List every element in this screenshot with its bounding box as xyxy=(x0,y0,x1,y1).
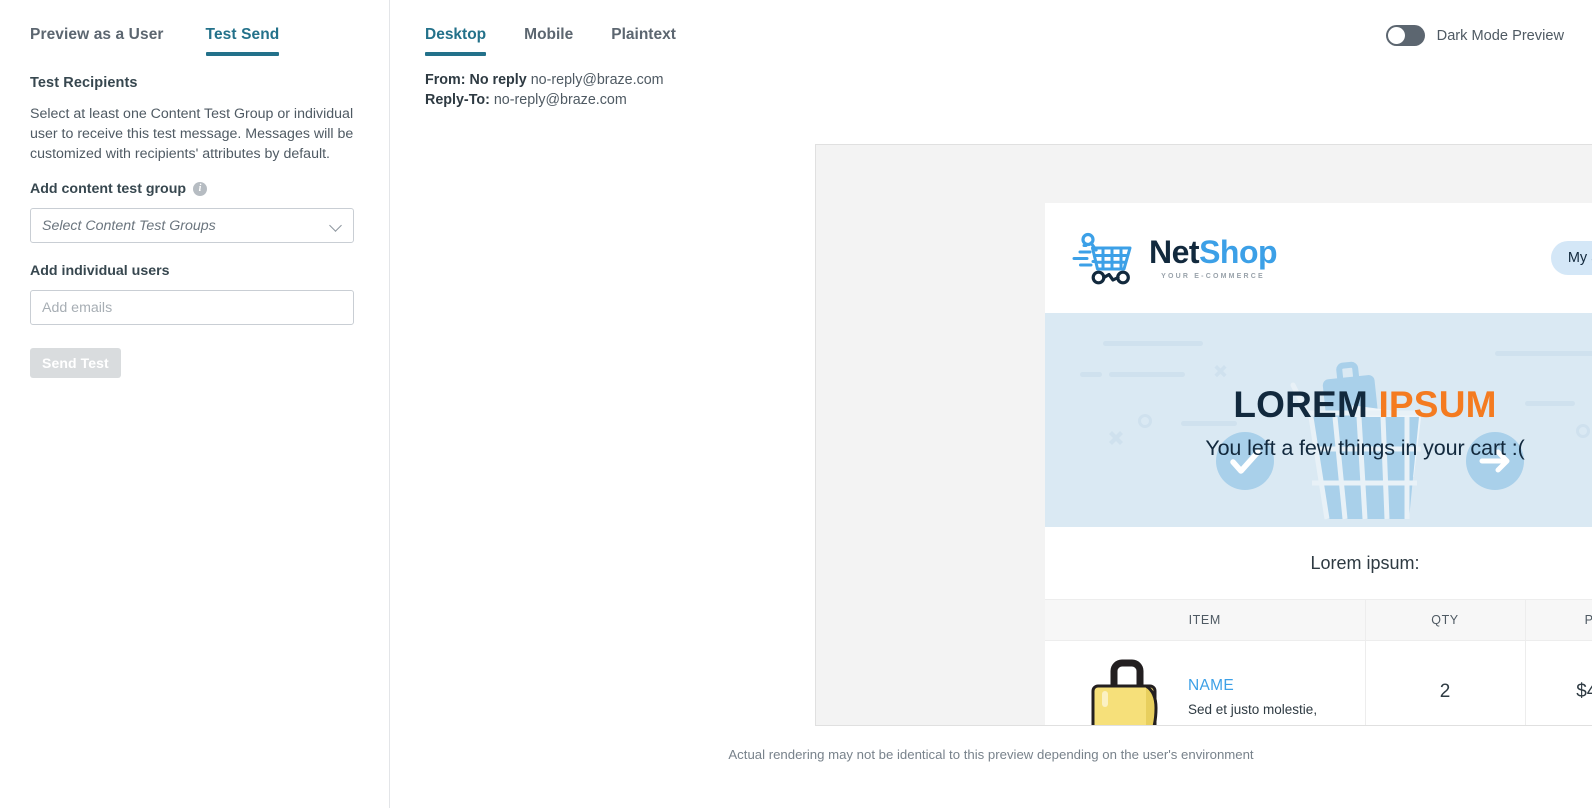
tab-plaintext[interactable]: Plaintext xyxy=(611,26,676,56)
cart-items-table: ITEM QTY PRICE xyxy=(1045,599,1592,725)
sidebar-tabs: Preview as a User Test Send xyxy=(0,0,389,56)
logo-name-part1: Net xyxy=(1149,234,1200,270)
from-label: From: xyxy=(425,72,466,88)
email-hero-banner: LOREM IPSUM You left a few things in you… xyxy=(1045,313,1592,527)
email-header: NetShop YOUR E-COMMERCE My account xyxy=(1045,203,1592,313)
item-name[interactable]: NAME xyxy=(1188,677,1317,695)
item-description: Sed et justo molestie, xyxy=(1188,702,1318,717)
table-header-row: ITEM QTY PRICE xyxy=(1045,599,1592,641)
test-recipients-description: Select at least one Content Test Group o… xyxy=(30,106,354,162)
sidebar: Preview as a User Test Send Test Recipie… xyxy=(0,0,390,808)
dark-mode-toggle[interactable] xyxy=(1385,25,1425,46)
from-line: From: No reply no-reply@braze.com xyxy=(425,70,1592,90)
cell-qty: 2 xyxy=(1364,640,1525,725)
test-recipients-panel: Test Recipients Select at least one Cont… xyxy=(0,56,389,379)
content-test-group-label-row: Add content test group i xyxy=(30,181,359,197)
from-email: no-reply@braze.com xyxy=(530,72,664,88)
from-name: No reply xyxy=(469,72,527,88)
yellow-bag-image xyxy=(1091,659,1158,725)
email-subheading: Lorem ipsum: xyxy=(1045,527,1592,599)
logo-tagline: YOUR E-COMMERCE xyxy=(1161,273,1265,280)
column-header-item: ITEM xyxy=(1045,599,1365,641)
add-emails-input[interactable] xyxy=(30,290,354,326)
individual-users-label: Add individual users xyxy=(30,263,170,280)
tab-desktop[interactable]: Desktop xyxy=(425,26,487,56)
shopping-cart-icon xyxy=(1072,232,1132,285)
table-row: NAME Sed et justo molestie, 2 $45.00 xyxy=(1045,640,1592,725)
logo-name-part2: Shop xyxy=(1199,234,1278,270)
content-test-group-label: Add content test group xyxy=(30,181,187,198)
send-test-button[interactable]: Send Test xyxy=(30,348,121,379)
my-account-button[interactable]: My account xyxy=(1550,241,1592,275)
hero-title: LOREM IPSUM xyxy=(1233,386,1496,423)
cell-price: $45.00 xyxy=(1524,640,1592,725)
email-preview-frame[interactable]: NetShop YOUR E-COMMERCE My account xyxy=(815,144,1592,726)
content-test-groups-select[interactable]: Select Content Test Groups xyxy=(30,208,354,244)
test-send-preview-page: Preview as a User Test Send Test Recipie… xyxy=(0,0,1592,808)
dark-mode-preview-control: Dark Mode Preview xyxy=(1385,25,1564,46)
info-icon[interactable]: i xyxy=(193,182,208,197)
netshop-wordmark: NetShop YOUR E-COMMERCE xyxy=(1149,234,1278,280)
column-header-qty: QTY xyxy=(1364,599,1525,641)
dark-mode-preview-label: Dark Mode Preview xyxy=(1436,27,1564,44)
preview-toolbar: Desktop Mobile Plaintext Dark Mode Previ… xyxy=(390,0,1592,56)
email-meta: From: No reply no-reply@braze.com Reply-… xyxy=(390,56,1592,110)
test-recipients-heading: Test Recipients xyxy=(30,75,138,91)
tab-preview-as-a-user[interactable]: Preview as a User xyxy=(30,26,164,56)
tab-mobile[interactable]: Mobile xyxy=(524,26,573,56)
preview-mode-tabs: Desktop Mobile Plaintext xyxy=(390,26,676,56)
toggle-knob xyxy=(1387,27,1405,44)
preview-footnote: Actual rendering may not be identical to… xyxy=(728,747,1254,762)
email-card: NetShop YOUR E-COMMERCE My account xyxy=(1045,203,1592,725)
reply-to-label: Reply-To: xyxy=(425,92,490,108)
tab-test-send[interactable]: Test Send xyxy=(205,26,280,56)
hero-title-part1: LOREM xyxy=(1233,384,1368,425)
content-test-groups-placeholder: Select Content Test Groups xyxy=(42,217,216,234)
cell-item: NAME Sed et justo molestie, xyxy=(1045,641,1365,725)
reply-to-email: no-reply@braze.com xyxy=(493,92,627,108)
column-header-price: PRICE xyxy=(1524,599,1592,641)
chevron-down-icon xyxy=(330,219,343,232)
hero-title-part2: IPSUM xyxy=(1378,384,1497,425)
main-panel: Desktop Mobile Plaintext Dark Mode Previ… xyxy=(390,0,1592,808)
hero-subtitle: You left a few things in your cart :( xyxy=(1205,436,1525,460)
reply-to-line: Reply-To: no-reply@braze.com xyxy=(425,90,1592,110)
netshop-logo: NetShop YOUR E-COMMERCE xyxy=(1071,230,1278,286)
